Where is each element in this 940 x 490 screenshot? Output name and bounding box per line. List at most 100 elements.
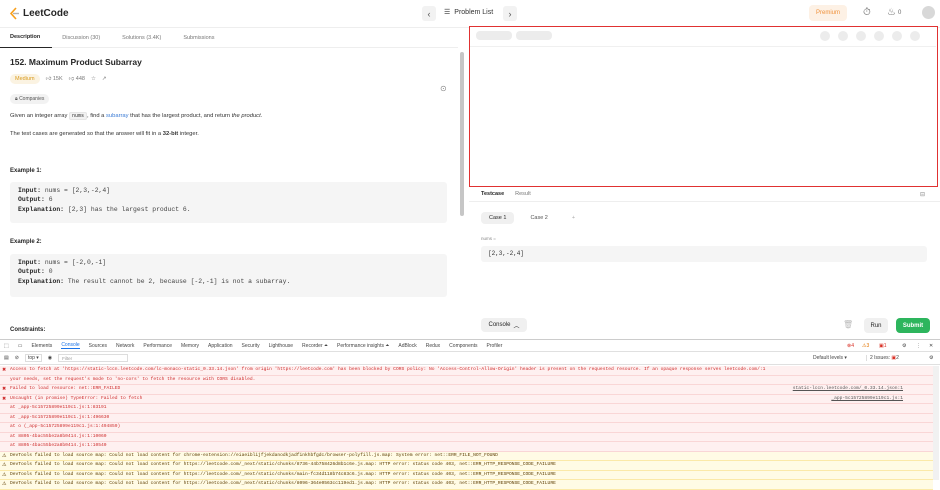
console-source-link[interactable]: _app-5c15725899e119c1.js:1 xyxy=(831,396,903,403)
desc-text: . xyxy=(260,113,263,119)
tab-console[interactable]: Console xyxy=(61,342,80,349)
example-1-box: Input: nums = [2,3,-2,4] Output: 6 Expla… xyxy=(10,182,447,223)
tab-submissions[interactable]: Submissions xyxy=(173,28,226,48)
problem-list-button[interactable]: ☰ Problem List xyxy=(444,8,493,17)
add-case-button[interactable]: + xyxy=(564,212,583,224)
toolbar-placeholder-icon xyxy=(910,31,920,41)
tab-security[interactable]: Security xyxy=(242,343,260,349)
input-label: Input: xyxy=(18,187,42,194)
example-1-title: Example 1: xyxy=(10,168,42,174)
dislike-button[interactable]: 👎︎ 448 xyxy=(69,76,85,82)
tab-lighthouse[interactable]: Lighthouse xyxy=(269,343,293,349)
tab-adblock[interactable]: AdBlock xyxy=(398,343,416,349)
tab-solutions[interactable]: Solutions (3.4K) xyxy=(112,28,173,48)
prev-problem-button[interactable]: ‹ xyxy=(422,6,436,21)
clear-console-icon[interactable]: ⊘ xyxy=(15,355,19,361)
console-message-text: Failed to load resource: net::ERR_FAILED xyxy=(10,386,121,391)
subarray-link[interactable]: subarray xyxy=(106,113,129,119)
console-messages: ✖ Access to fetch at 'https://static-lccn… xyxy=(0,366,933,490)
console-toolbar: ▤ ⊘ top ▾ ◉ Filter Default levels ▾ 2 Is… xyxy=(0,352,940,365)
tab-testcase[interactable]: Testcase xyxy=(481,191,504,197)
collapse-icon[interactable]: ⊟ xyxy=(920,191,925,198)
tab-sources[interactable]: Sources xyxy=(89,343,107,349)
tab-result[interactable]: Result xyxy=(515,191,531,197)
thumbs-up-icon: 👍︎ xyxy=(45,76,52,82)
tab-recorder[interactable]: Recorder ⏶ xyxy=(302,343,328,349)
submit-button[interactable]: Submit xyxy=(896,318,930,333)
description-panel: Description Discussion (30) Solutions (3… xyxy=(0,28,458,339)
list-icon: ☰ xyxy=(444,9,451,16)
timer-icon[interactable]: ⏱ xyxy=(863,7,871,18)
tab-redux[interactable]: Redux xyxy=(426,343,440,349)
testcase-tabs: Testcase Result xyxy=(481,191,531,197)
editor-toolbar xyxy=(470,27,936,47)
console-source-link[interactable]: static-lccn.leetcode.com/_0.33.14.json:1 xyxy=(793,386,903,393)
console-error-row: at _app-5c15725899e119c1.js:1:83191 xyxy=(0,404,933,414)
run-button[interactable]: Run xyxy=(864,318,888,333)
share-icon[interactable]: ↗ xyxy=(102,76,107,82)
info-count-badge[interactable]: ▣1 xyxy=(879,343,887,349)
console-error-row: at o (_app-5c15725899e119c1.js:1:494859) xyxy=(0,423,933,433)
like-button[interactable]: 👍︎ 15K xyxy=(46,76,63,82)
console-error-row: at _app-5c15725899e119c1.js:1:496630 xyxy=(0,413,933,423)
log-levels-select[interactable]: Default levels ▾ xyxy=(813,355,847,361)
context-select[interactable]: top ▾ xyxy=(24,354,42,362)
leetcode-logo[interactable]: LeetCode xyxy=(9,7,69,20)
sidebar-toggle-icon[interactable]: ▤ xyxy=(4,355,9,361)
tab-performance-insights[interactable]: Performance insights ⏶ xyxy=(337,343,389,349)
description-scrollbar[interactable] xyxy=(460,52,464,216)
tab-memory[interactable]: Memory xyxy=(181,343,199,349)
output-label: Output: xyxy=(18,268,45,276)
error-count-badge[interactable]: ⊗4 xyxy=(847,343,854,349)
device-toolbar-icon[interactable]: ▭ xyxy=(18,343,23,349)
console-error-row: ✖ Uncaught (in promise) TypeError: Failed… xyxy=(0,394,933,404)
console-button[interactable]: Console ︿ xyxy=(481,318,527,332)
inline-code: nums xyxy=(68,112,87,120)
more-options-icon[interactable]: ⋮ xyxy=(916,343,921,349)
companies-tag[interactable]: 🔒︎ Companies xyxy=(10,94,50,104)
case-1-tab[interactable]: Case 1 xyxy=(481,212,515,224)
nums-input[interactable]: [2,3,-2,4] xyxy=(481,246,927,262)
tab-discussion[interactable]: Discussion (30) xyxy=(52,28,112,48)
close-devtools-icon[interactable]: ✕ xyxy=(929,343,933,349)
issues-button[interactable]: 2 Issues: ▣2 xyxy=(866,355,899,361)
problem-constraint-note: The test cases are generated so that the… xyxy=(10,131,199,137)
tab-application[interactable]: Application xyxy=(208,343,232,349)
avatar[interactable] xyxy=(922,6,935,19)
info-count: 1 xyxy=(883,342,887,349)
info-icon[interactable]: ⊙ xyxy=(440,84,447,93)
case-2-tab[interactable]: Case 2 xyxy=(522,212,555,224)
problem-description: Given an integer array nums, find a suba… xyxy=(10,112,263,120)
console-settings-gear-icon[interactable]: ⚙ xyxy=(929,355,933,361)
tab-components[interactable]: Components xyxy=(449,343,477,349)
console-error-row: ✖ Failed to load resource: net::ERR_FAILE… xyxy=(0,385,933,395)
console-warning-row: ⚠ DevTools failed to load source map: Cou… xyxy=(0,461,933,471)
chevron-right-icon: › xyxy=(508,8,512,19)
code-editor-panel[interactable] xyxy=(469,26,938,187)
console-message-text: at 8805-4bac55be2a8b0414.js:1:10540 xyxy=(10,443,107,448)
settings-gear-icon[interactable]: ⚙ xyxy=(902,343,906,349)
output-value: 0 xyxy=(44,268,53,276)
eye-icon[interactable]: ◉ xyxy=(48,355,52,361)
next-problem-button[interactable]: › xyxy=(503,6,517,21)
trash-icon[interactable]: 🗑︎ xyxy=(843,320,853,329)
console-message-text: DevTools failed to load source map: Coul… xyxy=(10,481,556,486)
warning-count-badge[interactable]: ⚠3 xyxy=(862,343,869,349)
console-scrollbar[interactable] xyxy=(933,366,939,480)
star-icon[interactable]: ☆ xyxy=(91,76,96,82)
streak-button[interactable]: ♨ 0 xyxy=(887,7,901,18)
inspect-icon[interactable]: ⬚ xyxy=(4,343,9,349)
issues-label: 2 Issues: xyxy=(870,355,892,361)
divider xyxy=(469,201,940,202)
tab-network[interactable]: Network xyxy=(116,343,134,349)
lock-icon: 🔒︎ xyxy=(15,96,18,102)
tab-elements[interactable]: Elements xyxy=(31,343,52,349)
console-warning-row: ⚠ DevTools failed to load source map: Cou… xyxy=(0,480,933,490)
premium-button[interactable]: Premium xyxy=(809,5,847,21)
tab-profiler[interactable]: Profiler xyxy=(487,343,503,349)
tab-performance[interactable]: Performance xyxy=(143,343,172,349)
dislike-count: 448 xyxy=(75,76,85,82)
fire-icon: ♨ xyxy=(887,7,896,18)
console-filter-input[interactable]: Filter xyxy=(58,354,129,362)
tab-description[interactable]: Description xyxy=(0,28,53,48)
